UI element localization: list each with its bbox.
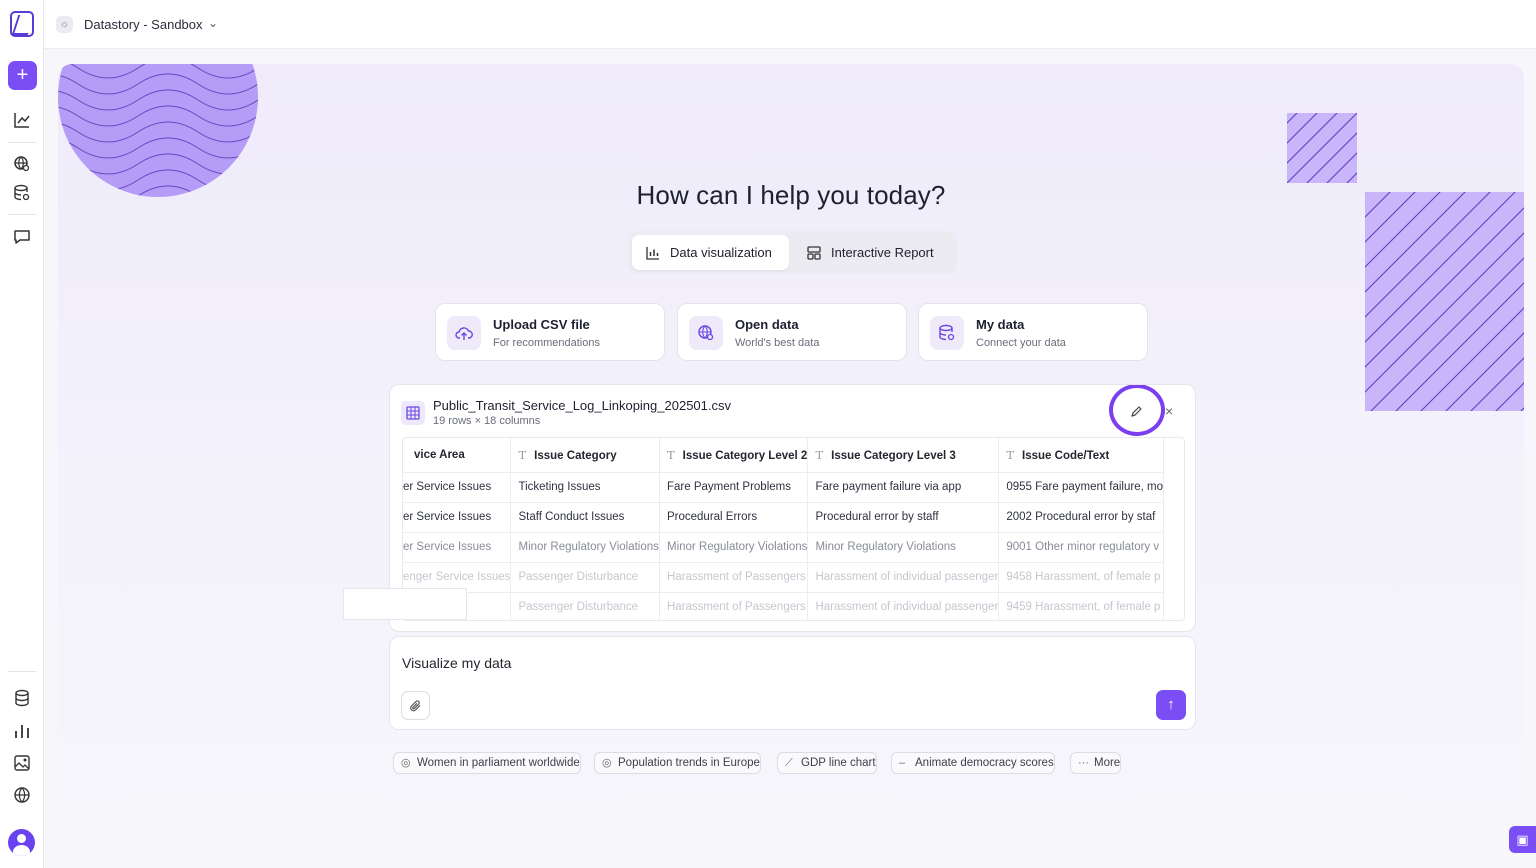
send-button[interactable]: ↑ [1156,690,1186,720]
card-title: Upload CSV file [493,317,590,332]
table-cell: Fare Payment Problems [659,472,809,503]
more-chip[interactable]: ··· More [1070,752,1122,774]
globe-icon: ◎ [602,757,612,769]
table-row: er Service Issues Minor Regulatory Viola… [403,532,1164,563]
avatar[interactable] [8,829,35,856]
overlay-box [343,588,467,620]
table-cell: Passenger Disturbance [510,562,660,593]
open-data-card[interactable]: Open data World's best data [677,303,907,361]
table-cell: Procedural error by staff [807,502,1000,533]
top-bar: ☼ Datastory - Sandbox ⌄ [44,0,1536,49]
workspace-icon: ☼ [56,16,73,33]
card-subtitle: Connect your data [976,337,1066,349]
table-cell: 2002 Procedural error by staf [998,502,1164,533]
feedback-button[interactable]: ▣ [1509,826,1536,853]
suggestion-chip[interactable]: ⟋ GDP line chart [777,752,877,774]
table-cell: Harassment of Passengers [659,592,809,620]
new-button[interactable]: + [8,61,37,90]
table-header-row: vice Area T Issue Category T Issue Categor… [403,438,1164,473]
prompt-composer: ↑ [389,636,1196,730]
column-header[interactable]: T Issue Category Level 2 [659,438,809,473]
table-cell: 9001 Other minor regulatory v [998,532,1164,563]
line-chart-icon: ⟋ [785,757,793,769]
ellipsis-icon: ··· [1078,757,1089,769]
table-cell: Procedural Errors [659,502,809,533]
card-subtitle: For recommendations [493,337,600,349]
mode-tabs: Data visualization Interactive Report [628,231,957,274]
file-preview: Public_Transit_Service_Log_Linkoping_202… [389,384,1196,632]
logo-icon[interactable] [10,11,34,37]
chat-icon[interactable] [13,228,31,246]
table-cell: er Service Issues [403,472,512,503]
bar-chart-icon[interactable] [13,722,31,740]
bar-chart-icon [646,247,659,260]
image-icon[interactable] [13,754,31,772]
page-title: How can I help you today? [636,180,946,210]
table-cell: Harassment of individual passenger [807,592,1000,620]
tab-data-visualization[interactable]: Data visualization [632,235,789,270]
table-row: er Service Issues Staff Conduct Issues P… [403,502,1164,533]
close-icon[interactable]: × [1165,404,1177,418]
table-cell: Harassment of individual passenger [807,562,1000,593]
paperclip-icon [410,700,421,712]
table-cell: Fare payment failure via app [807,472,1000,503]
table-row: Passenger Disturbance Harassment of Pass… [403,592,1164,620]
table-cell: er Service Issues [403,502,512,533]
tab-interactive-report[interactable]: Interactive Report [793,235,953,270]
table-cell: Harassment of Passengers [659,562,809,593]
attach-button[interactable] [401,691,430,720]
data-preview-table: vice Area T Issue Category T Issue Categor… [402,437,1185,621]
my-data-card[interactable]: My data Connect your data [918,303,1148,361]
table-cell: 9458 Harassment, of female p [998,562,1164,593]
rail-divider [8,214,36,215]
table-cell: 9459 Harassment, of female p [998,592,1164,620]
rail-divider [8,671,36,672]
column-header[interactable]: vice Area [403,438,512,473]
rail-divider [8,142,36,143]
line-chart-icon[interactable] [13,111,31,129]
decorative-square-small [1287,113,1357,183]
table-cell: er Service Issues [403,532,512,563]
cloud-upload-icon [447,316,481,350]
suggestion-chip[interactable]: ◎ Women in parliament worldwide [393,752,581,774]
card-title: Open data [735,317,799,332]
column-header[interactable]: T Issue Category Level 3 [807,438,1000,473]
table-row: er Service Issues Ticketing Issues Fare … [403,472,1164,503]
upload-csv-card[interactable]: Upload CSV file For recommendations [435,303,665,361]
globe-search-icon [689,316,723,350]
column-header[interactable]: T Issue Category [510,438,660,473]
column-header[interactable]: T Issue Code/Text [998,438,1164,473]
card-title: My data [976,317,1025,332]
card-subtitle: World's best data [735,337,820,349]
table-icon [401,401,425,425]
layout-icon [807,246,821,260]
table-cell: Passenger Disturbance [510,592,660,620]
file-name: Public_Transit_Service_Log_Linkoping_202… [433,398,731,413]
prompt-input[interactable] [402,655,1102,671]
dash-icon: – [899,757,906,769]
table-row: enger Service Issues Passenger Disturban… [403,562,1164,593]
suggestion-chip[interactable]: – Animate democracy scores [891,752,1055,774]
table-cell: Minor Regulatory Violations [510,532,660,563]
chevron-down-icon[interactable]: ⌄ [208,16,218,30]
pencil-icon[interactable] [1130,405,1143,418]
database-search-icon [930,316,964,350]
table-cell: Ticketing Issues [510,472,660,503]
decorative-square-large [1365,192,1524,411]
table-cell: Staff Conduct Issues [510,502,660,533]
suggestion-chip[interactable]: ◎ Population trends in Europe [594,752,761,774]
globe-icon: ◎ [401,757,411,769]
globe-search-icon[interactable] [13,155,31,173]
workspace-name[interactable]: Datastory - Sandbox [84,17,203,32]
tab-label: Interactive Report [831,245,934,260]
table-cell: 0955 Fare payment failure, mo [998,472,1164,503]
globe-icon[interactable] [13,786,31,804]
file-meta: 19 rows × 18 columns [433,415,541,427]
table-cell: Minor Regulatory Violations [807,532,1000,563]
left-rail: + [0,0,44,868]
tab-label: Data visualization [670,245,772,260]
database-icon[interactable] [13,689,31,707]
table-cell: Minor Regulatory Violations [659,532,809,563]
